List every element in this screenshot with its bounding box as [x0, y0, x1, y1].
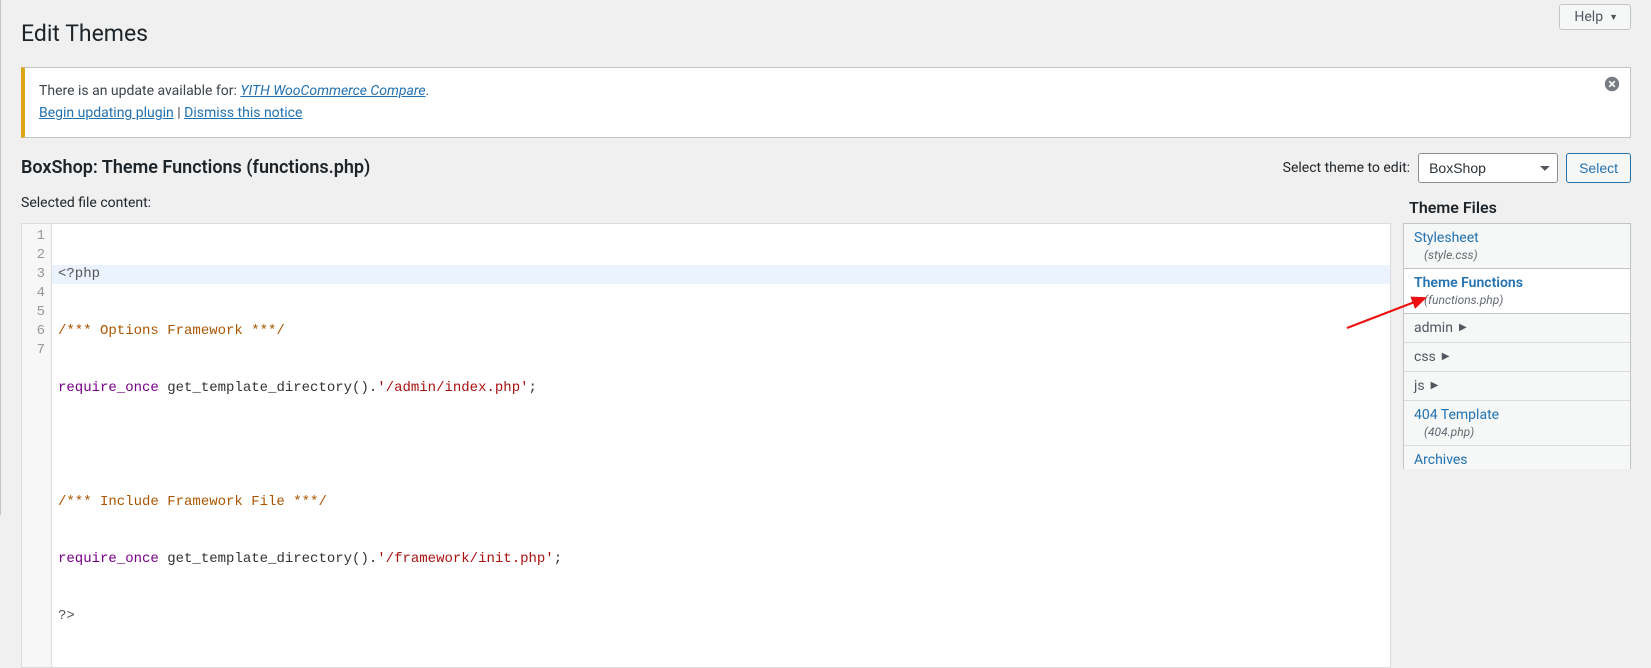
- theme-files-list[interactable]: Stylesheet (style.css) Theme Functions (…: [1403, 223, 1631, 469]
- notice-text-pre: There is an update available for:: [39, 83, 240, 99]
- line-gutter: 1 2 3 4 5 6 7: [22, 224, 52, 667]
- folder-item-css[interactable]: css ▶: [1404, 343, 1630, 372]
- theme-select-label: Select theme to edit:: [1283, 160, 1410, 176]
- file-item-stylesheet[interactable]: Stylesheet (style.css): [1404, 224, 1630, 269]
- theme-files-heading: Theme Files: [1403, 198, 1631, 217]
- notice-text-post: .: [426, 83, 430, 99]
- chevron-right-icon: ▶: [1431, 380, 1439, 391]
- page-title: Edit Themes: [21, 10, 1631, 53]
- code-editor[interactable]: 1 2 3 4 5 6 7 <?php /*** Options Framewo…: [21, 223, 1391, 668]
- chevron-down-icon: ▼: [1609, 12, 1618, 23]
- file-heading: BoxShop: Theme Functions (functions.php): [21, 157, 370, 178]
- theme-select-dropdown[interactable]: BoxShop: [1418, 153, 1558, 183]
- notice-sep: |: [174, 105, 184, 121]
- help-label: Help: [1574, 9, 1603, 25]
- select-button[interactable]: Select: [1566, 153, 1631, 183]
- file-item-functions[interactable]: Theme Functions (functions.php): [1403, 268, 1631, 314]
- file-item-404[interactable]: 404 Template (404.php): [1404, 401, 1630, 446]
- help-dropdown[interactable]: Help ▼: [1559, 4, 1631, 30]
- chevron-right-icon: ▶: [1459, 322, 1467, 333]
- begin-updating-link[interactable]: Begin updating plugin: [39, 105, 174, 121]
- notice-plugin-link[interactable]: YITH WooCommerce Compare: [240, 83, 425, 99]
- chevron-right-icon: ▶: [1442, 351, 1450, 362]
- file-item-archives[interactable]: Archives: [1404, 446, 1630, 469]
- dismiss-notice-link[interactable]: Dismiss this notice: [184, 105, 302, 121]
- selected-file-label: Selected file content:: [21, 195, 151, 211]
- folder-item-admin[interactable]: admin ▶: [1404, 314, 1630, 343]
- folder-item-js[interactable]: js ▶: [1404, 372, 1630, 401]
- close-icon[interactable]: [1602, 74, 1622, 94]
- code-content[interactable]: <?php /*** Options Framework ***/ requir…: [52, 224, 1390, 667]
- update-notice: There is an update available for: YITH W…: [21, 67, 1631, 138]
